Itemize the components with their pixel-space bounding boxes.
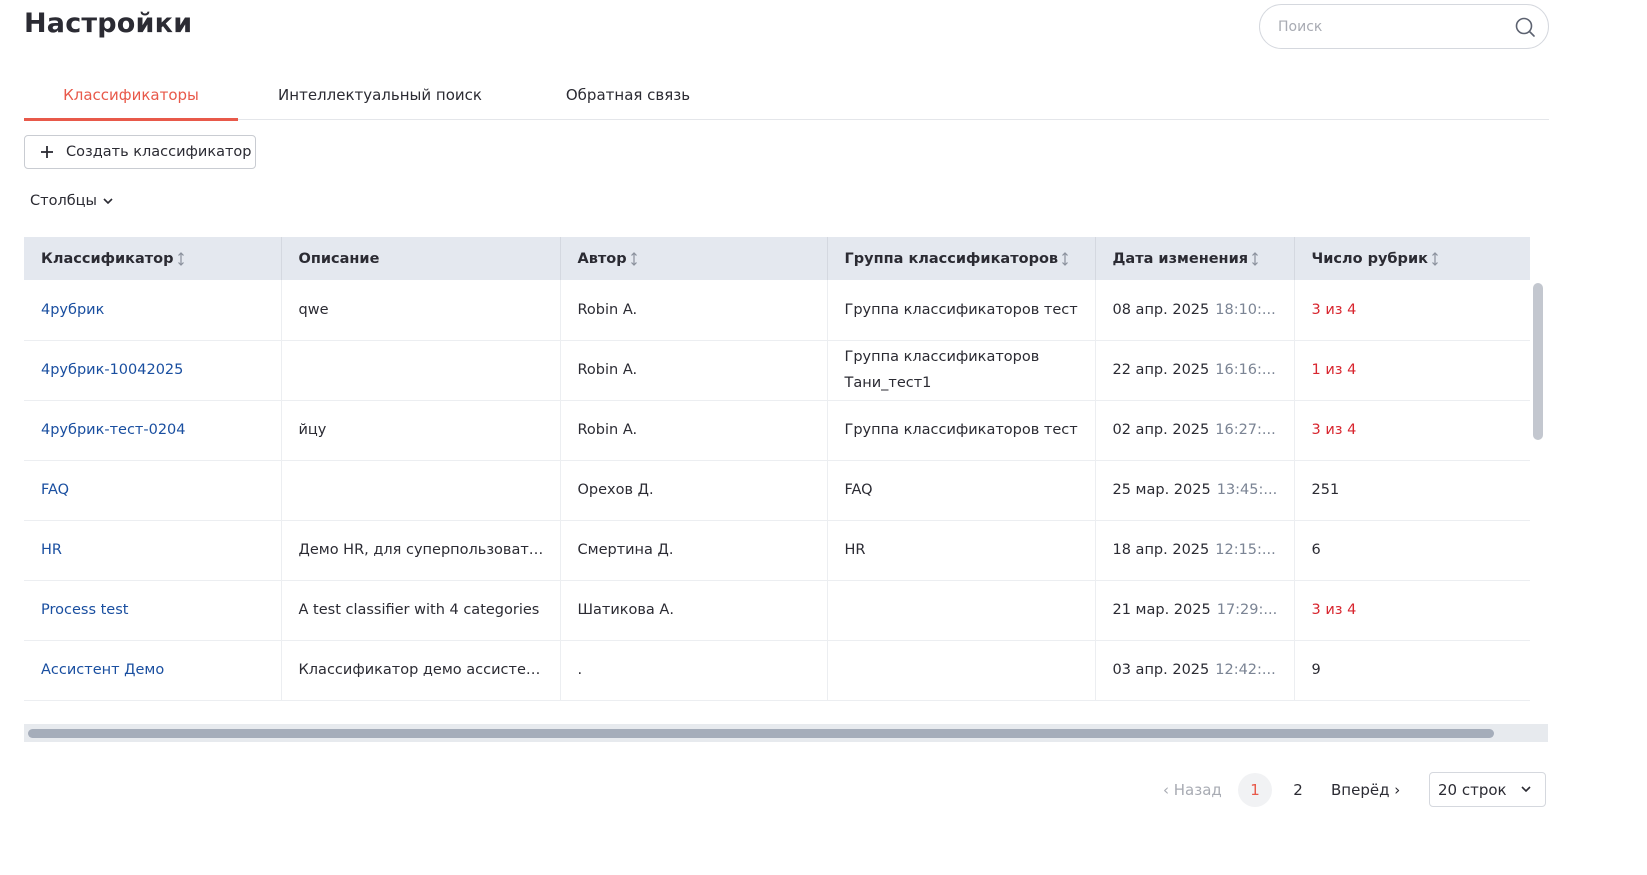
page-title: Настройки (24, 8, 193, 39)
classifier-name-cell[interactable]: 4рубрик-тест-0204 (24, 400, 282, 461)
rubrics-cell: 1 из 4 (1294, 340, 1530, 401)
tab-feedback[interactable]: Обратная связь (544, 68, 712, 120)
classifier-name-cell[interactable]: Ассистент Демо (24, 640, 282, 701)
horizontal-scrollbar-thumb[interactable] (28, 729, 1494, 738)
date-cell: 02 апр. 2025 16:27:... (1095, 400, 1295, 461)
date-cell: 03 апр. 2025 12:42:... (1095, 640, 1295, 701)
rubrics-cell: 3 из 4 (1294, 400, 1530, 461)
chevron-right-icon: › (1394, 781, 1401, 799)
classifier-name-cell[interactable]: Process test (24, 580, 282, 641)
description-cell (281, 340, 561, 401)
rubrics-cell: 6 (1294, 520, 1530, 581)
date-cell: 21 мар. 2025 17:29:... (1095, 580, 1295, 641)
settings-tabs: Классификаторы Интеллектуальный поиск Об… (24, 68, 1549, 121)
table-row[interactable]: 4рубрик-тест-0204 йцу Robin A. Группа кл… (24, 400, 1530, 461)
sort-icon (1432, 251, 1438, 266)
author-cell: Robin A. (560, 340, 828, 401)
group-cell: HR (827, 520, 1096, 581)
classifiers-table: Классификатор Описание Автор Группа клас… (24, 237, 1548, 743)
group-cell: FAQ (827, 460, 1096, 521)
create-classifier-button[interactable]: Создать классификатор (24, 135, 256, 169)
description-cell: йцу (281, 400, 561, 461)
group-cell (827, 580, 1096, 641)
column-header-description: Описание (281, 237, 561, 280)
classifier-name-cell[interactable]: FAQ (24, 460, 282, 521)
rows-per-page-label: 20 строк (1438, 781, 1507, 799)
chevron-left-icon: ‹ (1163, 781, 1169, 799)
columns-dropdown[interactable]: Столбцы (30, 193, 113, 209)
table-row[interactable]: HR Демо HR, для суперпользовател... Смер… (24, 520, 1530, 581)
rubrics-cell: 3 из 4 (1294, 580, 1530, 641)
table-row[interactable]: 4рубрик qwe Robin A. Группа классификато… (24, 280, 1530, 341)
rubrics-cell: 251 (1294, 460, 1530, 521)
classifier-name-cell[interactable]: 4рубрик (24, 280, 282, 341)
column-header-author[interactable]: Автор (560, 237, 828, 280)
chevron-down-icon (103, 198, 113, 204)
classifier-name-cell[interactable]: 4рубрик-10042025 (24, 340, 282, 401)
classifier-link[interactable]: HR (41, 542, 62, 558)
author-cell: Шатикова А. (560, 580, 828, 641)
rubrics-cell: 9 (1294, 640, 1530, 701)
column-header-rubrics[interactable]: Число рубрик (1294, 237, 1530, 280)
author-cell: Robin A. (560, 400, 828, 461)
column-header-classifier[interactable]: Классификатор (24, 237, 282, 280)
date-cell: 22 апр. 2025 16:16:... (1095, 340, 1295, 401)
chevron-down-icon (1521, 786, 1531, 792)
search-input[interactable] (1278, 16, 1508, 38)
table-header-row: Классификатор Описание Автор Группа клас… (24, 237, 1530, 280)
description-cell: Классификатор демо ассистент... (281, 640, 561, 701)
vertical-scrollbar-thumb[interactable] (1533, 283, 1543, 440)
classifier-link[interactable]: Ассистент Демо (41, 662, 164, 678)
column-header-group[interactable]: Группа классификаторов (827, 237, 1096, 280)
sort-icon (630, 251, 637, 266)
classifier-link[interactable]: Process test (41, 602, 128, 618)
columns-label: Столбцы (30, 193, 97, 209)
next-page-button[interactable]: Вперёд › (1331, 773, 1400, 807)
description-cell (281, 460, 561, 521)
table-row[interactable]: 4рубрик-10042025 Robin A. Группа классиф… (24, 340, 1530, 401)
group-cell (827, 640, 1096, 701)
description-cell: A test classifier with 4 categories (281, 580, 561, 641)
create-classifier-label: Создать классификатор (66, 144, 252, 160)
sort-icon (1062, 251, 1069, 266)
tab-classifiers[interactable]: Классификаторы (24, 68, 238, 121)
tab-intelligent-search[interactable]: Интеллектуальный поиск (262, 68, 498, 120)
page-1-button[interactable]: 1 (1238, 773, 1272, 807)
prev-page-button[interactable]: ‹ Назад (1163, 773, 1222, 807)
group-cell: Группа классификаторов тест (827, 400, 1096, 461)
classifier-link[interactable]: 4рубрик (41, 302, 104, 318)
author-cell: . (560, 640, 828, 701)
rows-per-page-select[interactable]: 20 строк (1429, 772, 1546, 807)
rubrics-cell: 3 из 4 (1294, 280, 1530, 341)
column-header-date[interactable]: Дата изменения (1095, 237, 1295, 280)
table-row[interactable]: Ассистент Демо Классификатор демо ассист… (24, 640, 1530, 701)
date-cell: 18 апр. 2025 12:15:... (1095, 520, 1295, 581)
description-cell: Демо HR, для суперпользовател... (281, 520, 561, 581)
search-box[interactable] (1259, 4, 1549, 49)
description-cell: qwe (281, 280, 561, 341)
classifier-link[interactable]: FAQ (41, 482, 69, 498)
group-cell: Группа классификаторов Тани_тест1 (827, 340, 1096, 401)
date-cell: 25 мар. 2025 13:45:... (1095, 460, 1295, 521)
classifier-name-cell[interactable]: HR (24, 520, 282, 581)
date-cell: 08 апр. 2025 18:10:... (1095, 280, 1295, 341)
table-row[interactable]: Process test A test classifier with 4 ca… (24, 580, 1530, 641)
page-2-button[interactable]: 2 (1281, 773, 1315, 807)
author-cell: Смертина Д. (560, 520, 828, 581)
plus-icon (41, 146, 53, 158)
search-icon[interactable] (1514, 16, 1536, 38)
author-cell: Орехов Д. (560, 460, 828, 521)
author-cell: Robin A. (560, 280, 828, 341)
sort-icon (1252, 251, 1258, 266)
sort-icon (177, 251, 184, 266)
classifier-link[interactable]: 4рубрик-10042025 (41, 362, 183, 378)
table-row[interactable]: FAQ Орехов Д. FAQ 25 мар. 2025 13:45:... … (24, 460, 1530, 521)
classifier-link[interactable]: 4рубрик-тест-0204 (41, 422, 186, 438)
group-cell: Группа классификаторов тест (827, 280, 1096, 341)
